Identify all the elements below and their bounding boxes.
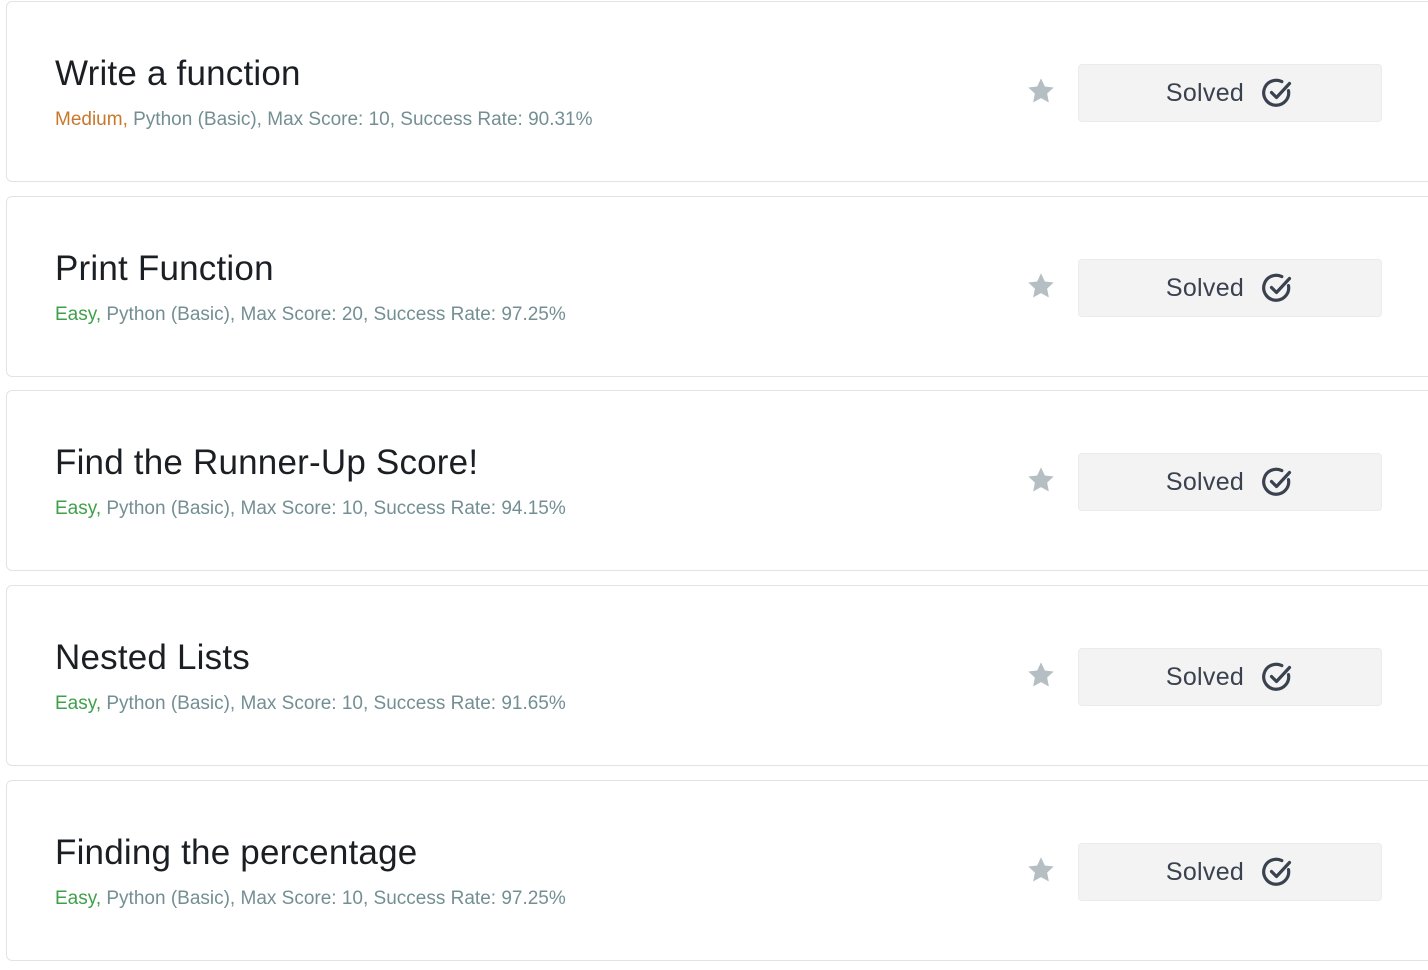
challenge-card: Finding the percentage Easy, Python (Bas… — [6, 780, 1428, 961]
solved-label: Solved — [1165, 78, 1245, 107]
solved-button[interactable]: Solved — [1078, 259, 1382, 317]
solved-label: Solved — [1165, 273, 1245, 302]
star-icon[interactable] — [1025, 464, 1057, 496]
check-circle-icon — [1262, 467, 1292, 496]
challenge-details: Python (Basic), Max Score: 20, Success R… — [101, 304, 566, 325]
check-circle-icon — [1262, 857, 1292, 886]
challenge-meta: Easy, Python (Basic), Max Score: 20, Suc… — [55, 303, 566, 327]
challenge-card: Write a function Medium, Python (Basic),… — [6, 1, 1428, 182]
solved-button[interactable]: Solved — [1078, 843, 1382, 901]
star-icon[interactable] — [1025, 659, 1057, 691]
check-circle-icon — [1262, 273, 1292, 302]
check-circle-icon — [1262, 78, 1292, 107]
challenge-meta: Medium, Python (Basic), Max Score: 10, S… — [55, 108, 593, 132]
challenge-list: Write a function Medium, Python (Basic),… — [0, 0, 1428, 970]
solved-label: Solved — [1165, 467, 1245, 496]
challenge-meta: Easy, Python (Basic), Max Score: 10, Suc… — [55, 692, 566, 716]
star-icon[interactable] — [1025, 75, 1057, 107]
difficulty-label: Easy, — [55, 498, 102, 519]
solved-button[interactable]: Solved — [1078, 64, 1382, 122]
difficulty-label: Medium, — [55, 109, 128, 130]
challenge-title[interactable]: Finding the percentage — [55, 833, 417, 873]
difficulty-label: Easy, — [55, 693, 102, 714]
challenge-details: Python (Basic), Max Score: 10, Success R… — [101, 888, 566, 909]
challenge-card: Print Function Easy, Python (Basic), Max… — [6, 196, 1428, 377]
challenge-meta: Easy, Python (Basic), Max Score: 10, Suc… — [55, 497, 566, 521]
star-icon[interactable] — [1025, 270, 1057, 302]
challenge-details: Python (Basic), Max Score: 10, Success R… — [101, 693, 566, 714]
check-circle-icon — [1262, 662, 1292, 691]
difficulty-label: Easy, — [55, 304, 102, 325]
challenge-card: Find the Runner-Up Score! Easy, Python (… — [6, 390, 1428, 571]
challenge-meta: Easy, Python (Basic), Max Score: 10, Suc… — [55, 887, 566, 911]
challenge-title[interactable]: Nested Lists — [55, 638, 250, 678]
challenge-details: Python (Basic), Max Score: 10, Success R… — [101, 498, 566, 519]
challenge-details: Python (Basic), Max Score: 10, Success R… — [127, 109, 593, 130]
challenge-title[interactable]: Find the Runner-Up Score! — [55, 443, 478, 483]
solved-button[interactable]: Solved — [1078, 453, 1382, 511]
challenge-card: Nested Lists Easy, Python (Basic), Max S… — [6, 585, 1428, 766]
challenge-title[interactable]: Print Function — [55, 249, 274, 289]
challenge-title[interactable]: Write a function — [55, 54, 301, 94]
difficulty-label: Easy, — [55, 888, 102, 909]
solved-label: Solved — [1165, 662, 1245, 691]
solved-label: Solved — [1165, 857, 1245, 886]
solved-button[interactable]: Solved — [1078, 648, 1382, 706]
star-icon[interactable] — [1025, 854, 1057, 886]
